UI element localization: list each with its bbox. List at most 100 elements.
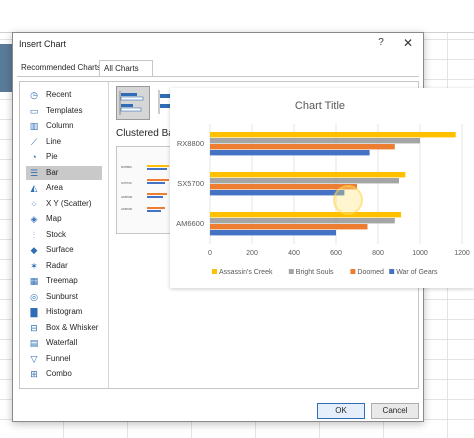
- x-tick-label: 800: [372, 250, 384, 257]
- sidebar-item-label: Surface: [46, 245, 74, 254]
- sidebar-item-histogram[interactable]: ▇ Histogram: [26, 305, 102, 319]
- x-tick-label: 400: [288, 250, 300, 257]
- sidebar-item-surface[interactable]: ◆ Surface: [26, 243, 102, 257]
- bar: [210, 224, 368, 230]
- x-tick-label: 1200: [454, 250, 470, 257]
- sidebar-item-templates[interactable]: ▭ Templates: [26, 104, 102, 118]
- sidebar-item-label: Waterfall: [46, 338, 78, 347]
- bar: [210, 178, 399, 184]
- area-chart-icon: ◭: [30, 183, 38, 193]
- help-button[interactable]: ?: [375, 37, 387, 51]
- sidebar-item-label: Recent: [46, 90, 72, 99]
- sidebar-item-label: Area: [46, 183, 63, 192]
- sidebar-item-stock[interactable]: ⫶ Stock: [26, 228, 102, 242]
- box-whisker-chart-icon: ⊟: [30, 322, 38, 333]
- dialog-title: Insert Chart: [19, 39, 67, 49]
- dialog-titlebar: Insert Chart ? ✕: [13, 33, 423, 55]
- bar: [210, 190, 345, 196]
- map-chart-icon: ◈: [30, 214, 38, 224]
- sidebar-item-radar[interactable]: ✶ Radar: [26, 259, 102, 273]
- recent-icon: ◷: [30, 90, 38, 100]
- sidebar-item-waterfall[interactable]: ▤ Waterfall: [26, 336, 102, 350]
- y-category-label: AM6600: [176, 219, 204, 228]
- scatter-chart-icon: ⁘: [30, 198, 38, 209]
- line-chart-icon: ⟋: [30, 136, 38, 147]
- sidebar-item-column[interactable]: ▥ Column: [26, 119, 102, 133]
- waterfall-chart-icon: ▤: [29, 338, 39, 348]
- y-category-label: RX8800: [177, 139, 204, 148]
- bar: [210, 132, 456, 138]
- sunburst-chart-icon: ◎: [30, 291, 38, 302]
- bar: [210, 184, 357, 190]
- sidebar-item-label: Bar: [46, 167, 59, 177]
- legend-label: Doomed: [357, 269, 384, 276]
- ok-button[interactable]: OK: [317, 403, 365, 419]
- close-button[interactable]: ✕: [401, 36, 415, 50]
- chart-title: Chart Title: [295, 100, 345, 112]
- sidebar-item-pie[interactable]: ◔ Pie: [26, 150, 102, 164]
- x-tick-label: 1000: [412, 250, 428, 257]
- tab-divider: [17, 76, 419, 77]
- sidebar-item-area[interactable]: ◭ Area: [26, 181, 102, 195]
- sidebar-item-label: Pie: [46, 152, 58, 161]
- bar: [210, 138, 420, 144]
- sidebar-item-label: Funnel: [46, 353, 71, 363]
- sidebar-item-line[interactable]: ⟋ Line: [26, 135, 102, 149]
- tab-all-charts[interactable]: All Charts: [99, 60, 153, 77]
- sidebar-item-label: Column: [46, 121, 74, 130]
- sidebar-item-label: Combo: [46, 369, 72, 378]
- sidebar-item-label: Sunburst: [46, 291, 79, 301]
- thumbnail-label: AM6600: [121, 195, 133, 199]
- thumbnail-label: AM6600: [121, 207, 133, 211]
- bar-chart-icon: ☰: [29, 167, 39, 178]
- sidebar-item-label: Stock: [46, 229, 67, 239]
- sidebar-item-combo[interactable]: ⊞ Combo: [26, 367, 102, 381]
- clustered-bar-icon: [119, 91, 144, 115]
- bar-chart: Chart Title 0 200 400 600 800 1000 1200 AM6600 SX…: [176, 100, 470, 276]
- sidebar-item-treemap[interactable]: ▦ Treemap: [26, 274, 102, 288]
- sidebar-item-funnel[interactable]: ▽ Funnel: [26, 352, 102, 366]
- sidebar-item-recent[interactable]: ◷ Recent: [26, 88, 102, 102]
- stock-chart-icon: ⫶: [32, 229, 36, 240]
- sidebar-item-label: X Y (Scatter): [46, 198, 92, 208]
- sidebar-item-label: Map: [46, 214, 62, 223]
- funnel-chart-icon: ▽: [30, 353, 38, 364]
- clustered-bar-subtype[interactable]: [116, 86, 150, 120]
- x-tick-label: 200: [246, 250, 258, 257]
- legend-swatch: [288, 269, 294, 274]
- templates-icon: ▭: [29, 105, 39, 116]
- sidebar-item-label: Treemap: [46, 276, 78, 285]
- chart-preview[interactable]: Chart Title 0 200 400 600 800 1000 1200 AM6600 SX…: [170, 88, 474, 288]
- chart-thumbnail[interactable]: RX8800 SX5700 AM6600 AM6600: [116, 146, 176, 234]
- thumbnail-label: SX5700: [121, 181, 132, 185]
- legend-swatch: [350, 269, 356, 274]
- bar: [210, 172, 406, 178]
- pie-chart-icon: ◔: [31, 152, 37, 162]
- sidebar-item-map[interactable]: ◈ Map: [26, 212, 102, 226]
- legend-label: Assassin's Creek: [219, 269, 273, 276]
- x-tick-label: 0: [208, 250, 212, 257]
- sidebar-item-label: Radar: [46, 260, 68, 270]
- sidebar-item-bar[interactable]: ☰ Bar: [26, 165, 102, 180]
- bar: [210, 150, 370, 156]
- chart-category-list: ◷ Recent ▭ Templates ▥ Column ⟋ Line ◔ Pie ☰ Bar ◭ Ar…: [20, 82, 109, 388]
- treemap-chart-icon: ▦: [29, 276, 39, 286]
- sidebar-item-label: Templates: [46, 105, 83, 115]
- sidebar-item-sunburst[interactable]: ◎ Sunburst: [26, 290, 102, 304]
- cursor-highlight: [333, 185, 363, 215]
- tab-recommended-charts[interactable]: Recommended Charts: [17, 60, 103, 75]
- bar: [210, 230, 336, 236]
- sidebar-item-label: Line: [46, 136, 62, 146]
- legend-label: War of Gears: [396, 269, 438, 276]
- sidebar-item-x-y-scatter[interactable]: ⁘ X Y (Scatter): [26, 197, 102, 211]
- chart-type-name: Clustered Ba: [116, 128, 174, 139]
- x-tick-label: 600: [330, 250, 342, 257]
- cancel-button[interactable]: Cancel: [371, 403, 419, 419]
- legend-swatch: [212, 269, 217, 274]
- sidebar-item-label: Histogram: [46, 307, 83, 316]
- combo-chart-icon: ⊞: [30, 369, 38, 379]
- sidebar-item-box-whisker[interactable]: ⊟ Box & Whisker: [26, 321, 102, 335]
- legend-swatch: [389, 269, 395, 274]
- thumbnail-label: RX8800: [121, 165, 132, 169]
- spreadsheet-ribbon-area: [0, 0, 474, 33]
